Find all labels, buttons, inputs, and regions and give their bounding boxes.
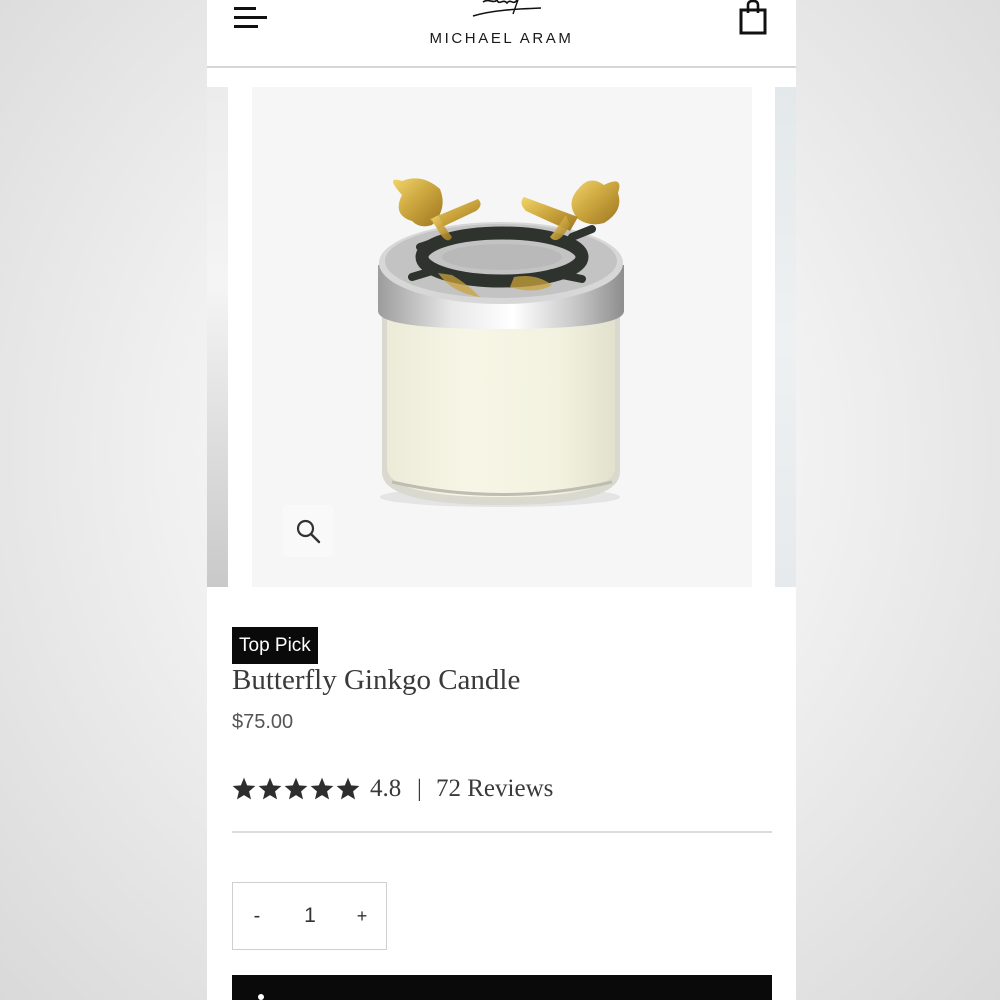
- decrease-quantity-button[interactable]: -: [237, 883, 277, 949]
- magnifier-icon: [296, 519, 321, 544]
- rating-separator: |: [417, 776, 422, 802]
- quantity-input[interactable]: [285, 883, 335, 949]
- add-to-cart-button[interactable]: [232, 975, 772, 1000]
- rating-summary: 4.8 | 72 Reviews: [231, 772, 771, 808]
- star-icon: [310, 777, 334, 800]
- star-icon: [284, 777, 308, 800]
- shopping-bag-icon[interactable]: [738, 0, 768, 36]
- quantity-stepper: - +: [232, 882, 387, 950]
- zoom-image-button[interactable]: [282, 505, 334, 557]
- section-divider: [232, 831, 772, 833]
- product-image-carousel[interactable]: [207, 87, 796, 587]
- rating-value: 4.8: [370, 775, 402, 802]
- previous-image-peek[interactable]: [207, 87, 228, 587]
- site-header: MICHAEL ARAM: [207, 0, 796, 68]
- signature-logo-icon: [472, 0, 542, 17]
- brand-name: MICHAEL ARAM: [429, 30, 574, 47]
- product-image-slide[interactable]: [252, 87, 752, 587]
- reviews-link[interactable]: 72 Reviews: [436, 772, 553, 806]
- top-pick-badge: Top Pick: [232, 627, 318, 664]
- star-rating: [231, 776, 361, 804]
- mobile-viewport: MICHAEL ARAM Top Pick Butterfly Ginkgo C…: [207, 0, 796, 1000]
- product-title: Butterfly Ginkgo Candle: [232, 664, 521, 696]
- star-icon: [232, 777, 256, 800]
- button-label-partial: [258, 994, 264, 1000]
- product-price: $75.00: [232, 711, 294, 733]
- star-icon: [258, 777, 282, 800]
- brand-logo[interactable]: MICHAEL ARAM: [207, 0, 796, 60]
- star-icon: [336, 777, 360, 800]
- next-image-peek[interactable]: [775, 87, 796, 587]
- increase-quantity-button[interactable]: +: [342, 883, 382, 949]
